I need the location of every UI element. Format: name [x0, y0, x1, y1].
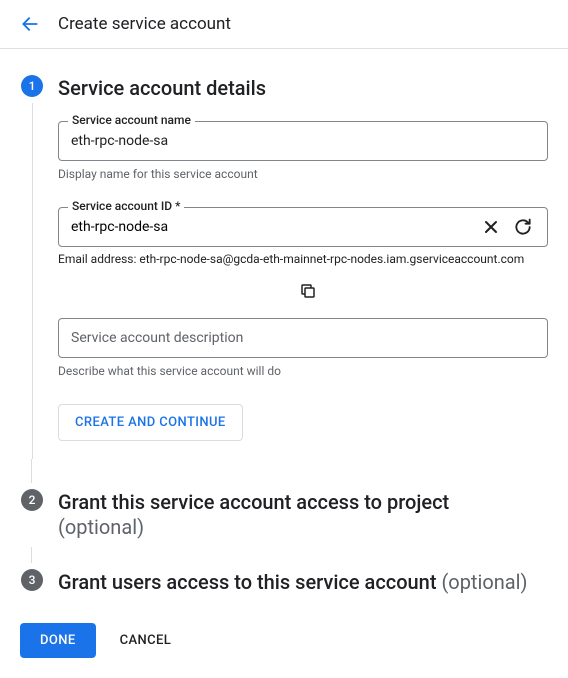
- connector-1-2: [31, 459, 32, 483]
- id-label: Service account ID *: [68, 199, 184, 213]
- step-3-circle: 3: [21, 569, 43, 591]
- step-3-title: Grant users access to this service accou…: [58, 570, 441, 594]
- step-3[interactable]: 3 Grant users access to this service acc…: [20, 569, 548, 595]
- copy-row: [58, 278, 548, 304]
- service-account-description-field: [58, 318, 548, 358]
- done-button[interactable]: DONE: [20, 623, 96, 658]
- service-account-name-input[interactable]: [58, 121, 548, 161]
- step-1-circle: 1: [21, 75, 43, 97]
- page-title: Create service account: [58, 14, 231, 34]
- cancel-button[interactable]: CANCEL: [120, 633, 172, 648]
- clear-icon[interactable]: [475, 211, 507, 243]
- create-and-continue-button[interactable]: CREATE AND CONTINUE: [58, 404, 243, 441]
- step-2-circle: 2: [21, 489, 43, 511]
- step-2-subtitle: (optional): [58, 515, 548, 539]
- step-2[interactable]: 2 Grant this service account access to p…: [20, 489, 548, 543]
- service-account-name-field: Service account name: [58, 121, 548, 161]
- step-3-indicator: 3: [20, 569, 44, 591]
- service-account-id-input[interactable]: [71, 208, 475, 246]
- header: Create service account: [0, 0, 568, 49]
- email-address-text: Email address: eth-rpc-node-sa@gcda-eth-…: [58, 252, 548, 266]
- step-1-title: Service account details: [58, 75, 548, 101]
- desc-helper: Describe what this service account will …: [58, 364, 548, 378]
- service-account-id-field: Service account ID *: [58, 207, 548, 247]
- step-2-title: Grant this service account access to pro…: [58, 489, 548, 515]
- step-3-body: Grant users access to this service accou…: [58, 569, 548, 595]
- footer-actions: DONE CANCEL: [20, 623, 548, 658]
- copy-icon[interactable]: [68, 278, 548, 304]
- name-helper: Display name for this service account: [58, 167, 548, 181]
- step-1: 1 Service account details Service accoun…: [20, 75, 548, 459]
- step-1-indicator: 1: [20, 75, 44, 459]
- content: 1 Service account details Service accoun…: [0, 49, 568, 678]
- service-account-description-input[interactable]: [58, 318, 548, 358]
- step-2-indicator: 2: [20, 489, 44, 511]
- refresh-icon[interactable]: [507, 211, 539, 243]
- name-label: Service account name: [68, 113, 195, 127]
- connector-2-3: [31, 547, 32, 563]
- back-arrow-icon[interactable]: [20, 14, 40, 34]
- step-1-body: Service account details Service account …: [58, 75, 548, 459]
- step-3-subtitle: (optional): [441, 570, 527, 594]
- step-2-body: Grant this service account access to pro…: [58, 489, 548, 543]
